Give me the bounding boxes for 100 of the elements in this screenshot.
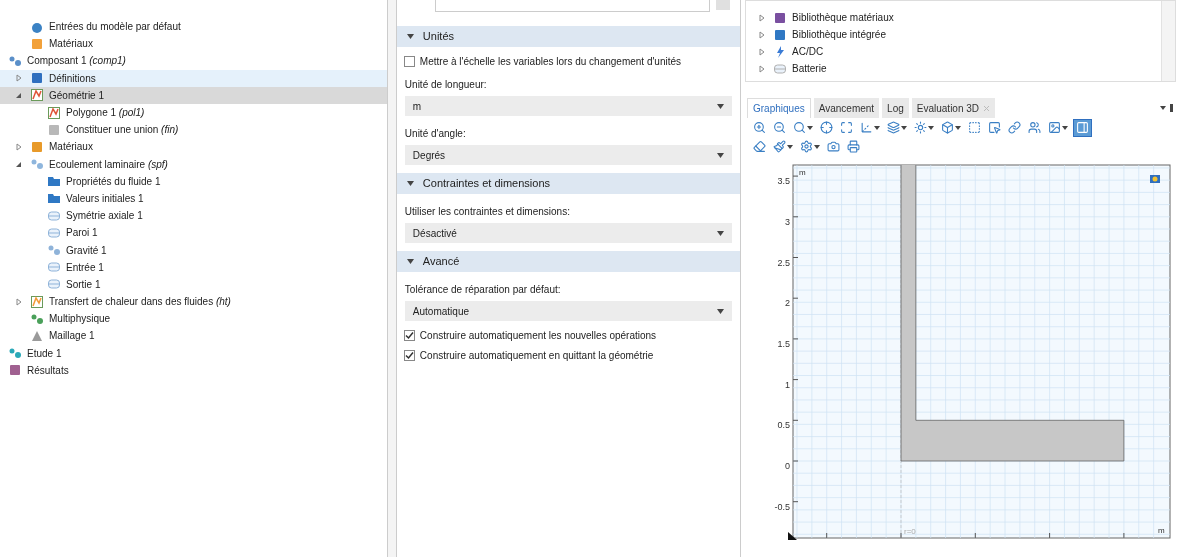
field-label: Unité de longueur:	[404, 78, 487, 92]
polygon-icon	[30, 88, 44, 103]
panel-icon	[47, 277, 61, 292]
tree-label: Composant 1 (comp1)	[27, 54, 126, 69]
panel-icon	[47, 208, 61, 223]
tree-item[interactable]: Transfert de chaleur dans des fluides (ht)	[0, 293, 387, 311]
tree-label: Ecoulement laminaire (spf)	[49, 157, 168, 172]
folder-icon	[47, 174, 61, 189]
tab[interactable]: Log	[882, 98, 909, 118]
panel-menu-icon[interactable]	[1160, 103, 1174, 113]
crosshair-icon	[820, 121, 833, 134]
tree-item[interactable]: Matériaux	[0, 138, 387, 156]
tab[interactable]: Avancement	[813, 98, 880, 118]
zoom-extents-icon	[840, 121, 853, 134]
toolbar-button[interactable]	[912, 118, 936, 137]
tree-item[interactable]: Multiphysique	[0, 310, 387, 328]
panel-icon	[47, 260, 61, 275]
collapse-arrow-icon	[406, 180, 414, 187]
panel-icon	[1076, 121, 1089, 134]
folder-icon	[47, 191, 61, 206]
tree-item[interactable]: Entrées du modèle par défaut	[0, 18, 387, 36]
tree-label: Résultats	[27, 363, 69, 378]
tree-item[interactable]: Paroi 1	[0, 224, 387, 242]
tree-label: Valeurs initiales 1	[66, 191, 144, 206]
checkbox-label: Construire automatiquement les nouvelles opérations	[419, 328, 657, 343]
field-label: Unité d'angle:	[404, 127, 466, 141]
layers-icon	[887, 121, 900, 134]
square-icon	[8, 363, 22, 378]
scrollbar[interactable]	[1161, 1, 1175, 81]
section-header[interactable]: Avancé	[396, 251, 740, 272]
tree-item[interactable]: Matériaux	[0, 35, 387, 53]
square-icon	[47, 122, 61, 137]
checkbox[interactable]	[403, 55, 415, 67]
axis-unit: m	[1158, 526, 1165, 535]
square-icon	[773, 10, 787, 25]
tree-item[interactable]: Propriétés du fluide 1	[0, 172, 387, 190]
caret-icon	[787, 144, 793, 149]
tree-item[interactable]: Définitions	[0, 69, 387, 87]
printer-icon	[847, 140, 860, 153]
dropdown-arrow-icon	[717, 152, 724, 158]
dropdown[interactable]: m	[404, 96, 732, 116]
toolbar-button[interactable]	[845, 137, 862, 156]
dropdown[interactable]: Automatique	[404, 301, 732, 321]
tree-label: Propriétés du fluide 1	[66, 174, 161, 189]
tree-label: Définitions	[49, 71, 96, 86]
tree-label: Polygone 1 (pol1)	[66, 106, 145, 121]
nodes-icon	[47, 243, 61, 258]
tree-label: Matériaux	[49, 37, 93, 52]
toolbar-button[interactable]	[1073, 118, 1092, 137]
tree-label: Etude 1	[27, 346, 62, 361]
tree-item[interactable]: Symétrie axiale 1	[0, 207, 387, 225]
square-icon	[773, 27, 787, 42]
tree-item[interactable]: Gravité 1	[0, 241, 387, 259]
dropdown[interactable]: Désactivé	[404, 223, 732, 243]
magnifier-icon	[793, 121, 806, 134]
tree-item[interactable]: Sortie 1	[0, 275, 387, 293]
tree-item[interactable]: Polygone 1 (pol1)	[0, 103, 387, 122]
tree-item[interactable]: Valeurs initiales 1	[0, 189, 387, 208]
axis-tick-label: 2.5	[777, 257, 790, 268]
tree-item[interactable]: Entrée 1	[0, 258, 387, 276]
tree-item[interactable]: Etude 1	[0, 344, 387, 362]
toolbar-button[interactable]	[798, 137, 822, 156]
sun-icon	[914, 121, 927, 134]
toolbar-button[interactable]	[939, 118, 963, 137]
tree-label: Matériaux	[49, 140, 93, 155]
tree-item[interactable]: Ecoulement laminaire (spf)	[0, 155, 387, 173]
tab[interactable]: Graphiques	[747, 98, 811, 118]
tree-item[interactable]: Maillage 1	[0, 327, 387, 345]
collapse-arrow-icon	[406, 258, 414, 265]
checkbox[interactable]	[403, 349, 415, 361]
dropdown[interactable]: Degrés	[404, 145, 732, 165]
search-field[interactable]	[434, 0, 710, 12]
legend-icon[interactable]	[1150, 175, 1160, 183]
eraser-icon	[753, 140, 766, 153]
polygon-icon	[47, 105, 61, 120]
tree-item[interactable]: Bibliothèque matériaux	[756, 9, 1161, 26]
toolbar-button[interactable]	[771, 137, 795, 156]
tree-label: Maillage 1	[49, 329, 95, 344]
zoom-out-icon	[773, 121, 786, 134]
tree-item[interactable]: AC/DC	[756, 43, 1161, 60]
toolbar-button[interactable]	[1006, 118, 1023, 137]
axis-tick-label: 2	[785, 298, 790, 309]
tree-label: Géométrie 1	[49, 88, 105, 103]
checkbox[interactable]	[403, 329, 415, 341]
tree-item[interactable]: Constituer une union (fin)	[0, 121, 387, 139]
tree-item[interactable]: Bibliothèque intégrée	[756, 26, 1161, 43]
link-icon	[1008, 121, 1021, 134]
tree-label: Symétrie axiale 1	[66, 209, 143, 224]
toolbar-button[interactable]	[818, 118, 835, 137]
tree-item[interactable]: Batterie	[756, 60, 1161, 77]
section-header[interactable]: Unités	[396, 26, 740, 47]
tab[interactable]: Evaluation 3D	[911, 98, 996, 118]
collapse-arrow-icon	[406, 33, 414, 40]
caret-icon	[814, 144, 820, 149]
tree-item[interactable]: Composant 1 (comp1)	[0, 52, 387, 70]
toolbar-button[interactable]	[885, 118, 909, 137]
section-header[interactable]: Contraintes et dimensions	[396, 173, 740, 194]
tree-label: Paroi 1	[66, 226, 98, 241]
dropdown-arrow-icon	[717, 103, 724, 109]
tree-item[interactable]: Résultats	[0, 361, 387, 379]
